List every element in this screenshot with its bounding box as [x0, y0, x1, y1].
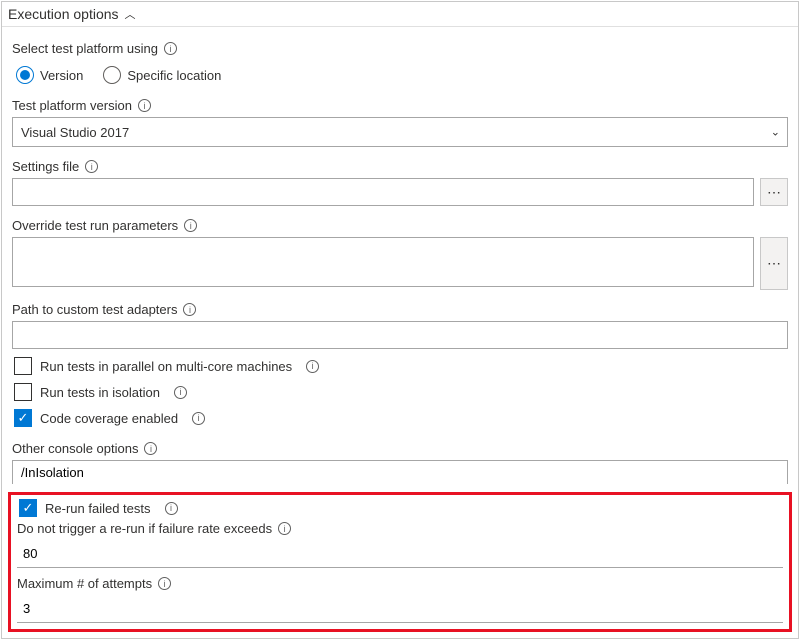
console-options-label-text: Other console options	[12, 441, 138, 456]
override-params-label-text: Override test run parameters	[12, 218, 178, 233]
checkbox-parallel-label: Run tests in parallel on multi-core mach…	[40, 359, 292, 374]
info-icon[interactable]: i	[85, 160, 98, 173]
info-icon[interactable]: i	[192, 412, 205, 425]
radio-icon	[16, 66, 34, 84]
checkbox-icon: ✓	[14, 409, 32, 427]
platform-radio-group: Version Specific location	[16, 66, 788, 84]
info-icon[interactable]: i	[158, 577, 171, 590]
platform-version-label-text: Test platform version	[12, 98, 132, 113]
browse-button[interactable]: ⋯	[760, 178, 788, 206]
radio-icon	[103, 66, 121, 84]
failure-rate-input[interactable]	[17, 540, 783, 568]
rerun-highlighted-section: ✓ Re-run failed tests i Do not trigger a…	[8, 492, 792, 632]
checkbox-icon: ✓	[19, 499, 37, 517]
platform-select-label-text: Select test platform using	[12, 41, 158, 56]
custom-adapters-label: Path to custom test adapters i	[12, 302, 788, 317]
info-icon[interactable]: i	[184, 219, 197, 232]
platform-version-select[interactable]: Visual Studio 2017 ⌄	[12, 117, 788, 147]
checkbox-rerun-label: Re-run failed tests	[45, 501, 151, 516]
info-icon[interactable]: i	[183, 303, 196, 316]
max-attempts-label-text: Maximum # of attempts	[17, 576, 152, 591]
failure-rate-label: Do not trigger a re-run if failure rate …	[17, 521, 783, 536]
custom-adapters-input[interactable]	[12, 321, 788, 349]
info-icon[interactable]: i	[144, 442, 157, 455]
settings-file-label: Settings file i	[12, 159, 788, 174]
override-params-input[interactable]	[12, 237, 754, 287]
radio-version-label: Version	[40, 68, 83, 83]
max-attempts-label: Maximum # of attempts i	[17, 576, 783, 591]
section-body: Select test platform using i Version Spe…	[2, 27, 798, 488]
chevron-up-icon: ︿	[125, 6, 136, 22]
info-icon[interactable]: i	[278, 522, 291, 535]
platform-select-label: Select test platform using i	[12, 41, 788, 56]
checkbox-coverage[interactable]: ✓ Code coverage enabled i	[14, 409, 788, 427]
checkbox-rerun[interactable]: ✓ Re-run failed tests i	[19, 499, 783, 517]
info-icon[interactable]: i	[164, 42, 177, 55]
checkbox-parallel[interactable]: Run tests in parallel on multi-core mach…	[14, 357, 788, 375]
custom-adapters-label-text: Path to custom test adapters	[12, 302, 177, 317]
settings-file-label-text: Settings file	[12, 159, 79, 174]
checkbox-icon	[14, 357, 32, 375]
chevron-down-icon: ⌄	[771, 126, 780, 139]
info-icon[interactable]: i	[165, 502, 178, 515]
info-icon[interactable]: i	[174, 386, 187, 399]
execution-options-panel: Execution options ︿ Select test platform…	[1, 1, 799, 639]
console-options-input[interactable]	[13, 461, 787, 484]
checkbox-coverage-label: Code coverage enabled	[40, 411, 178, 426]
platform-version-value: Visual Studio 2017	[21, 125, 129, 140]
section-header[interactable]: Execution options ︿	[2, 2, 798, 27]
section-title: Execution options	[8, 6, 119, 22]
checkbox-isolation[interactable]: Run tests in isolation i	[14, 383, 788, 401]
checkbox-isolation-label: Run tests in isolation	[40, 385, 160, 400]
radio-version[interactable]: Version	[16, 66, 83, 84]
info-icon[interactable]: i	[306, 360, 319, 373]
browse-button[interactable]: ⋯	[760, 237, 788, 290]
console-options-label: Other console options i	[12, 441, 788, 456]
override-params-label: Override test run parameters i	[12, 218, 788, 233]
radio-specific-location[interactable]: Specific location	[103, 66, 221, 84]
failure-rate-label-text: Do not trigger a re-run if failure rate …	[17, 521, 272, 536]
radio-specific-label: Specific location	[127, 68, 221, 83]
max-attempts-input[interactable]	[17, 595, 783, 623]
info-icon[interactable]: i	[138, 99, 151, 112]
checkbox-icon	[14, 383, 32, 401]
settings-file-input[interactable]	[12, 178, 754, 206]
platform-version-label: Test platform version i	[12, 98, 788, 113]
